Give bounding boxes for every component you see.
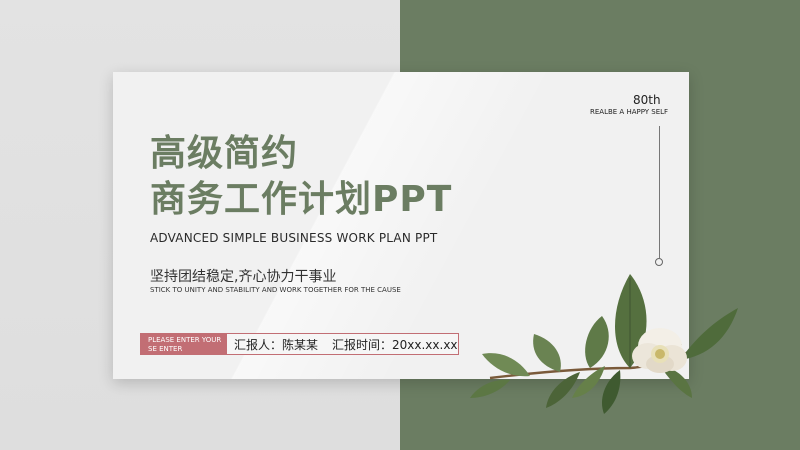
subtitle-english: ADVANCED SIMPLE BUSINESS WORK PLAN PPT	[150, 231, 438, 245]
badge-tagline: REALBE A HAPPY SELF	[590, 108, 669, 116]
presenter-prompt: PLEASE ENTER YOUR SE ENTER	[140, 333, 226, 355]
report-time: 汇报时间：20xx.xx.xx	[332, 337, 458, 352]
presenter-prompt-line-2: SE ENTER	[148, 345, 183, 353]
presenter-info-box: 汇报人：陈某某 汇报时间：20xx.xx.xx	[226, 333, 459, 355]
reporter-name: 汇报人：陈某某	[234, 337, 319, 352]
badge-number: 80th	[633, 93, 661, 107]
title-line-2: 商务工作计划PPT	[150, 179, 453, 220]
divider-dot	[655, 258, 663, 266]
slogan-english: STICK TO UNITY AND STABILITY AND WORK TO…	[150, 286, 401, 294]
slogan-chinese: 坚持团结稳定,齐心协力干事业	[150, 269, 337, 285]
title-line-1: 高级简约	[150, 133, 299, 174]
flower-branch-illustration	[470, 274, 738, 414]
vertical-divider	[659, 126, 660, 258]
presenter-prompt-line-1: PLEASE ENTER YOUR	[148, 336, 222, 344]
